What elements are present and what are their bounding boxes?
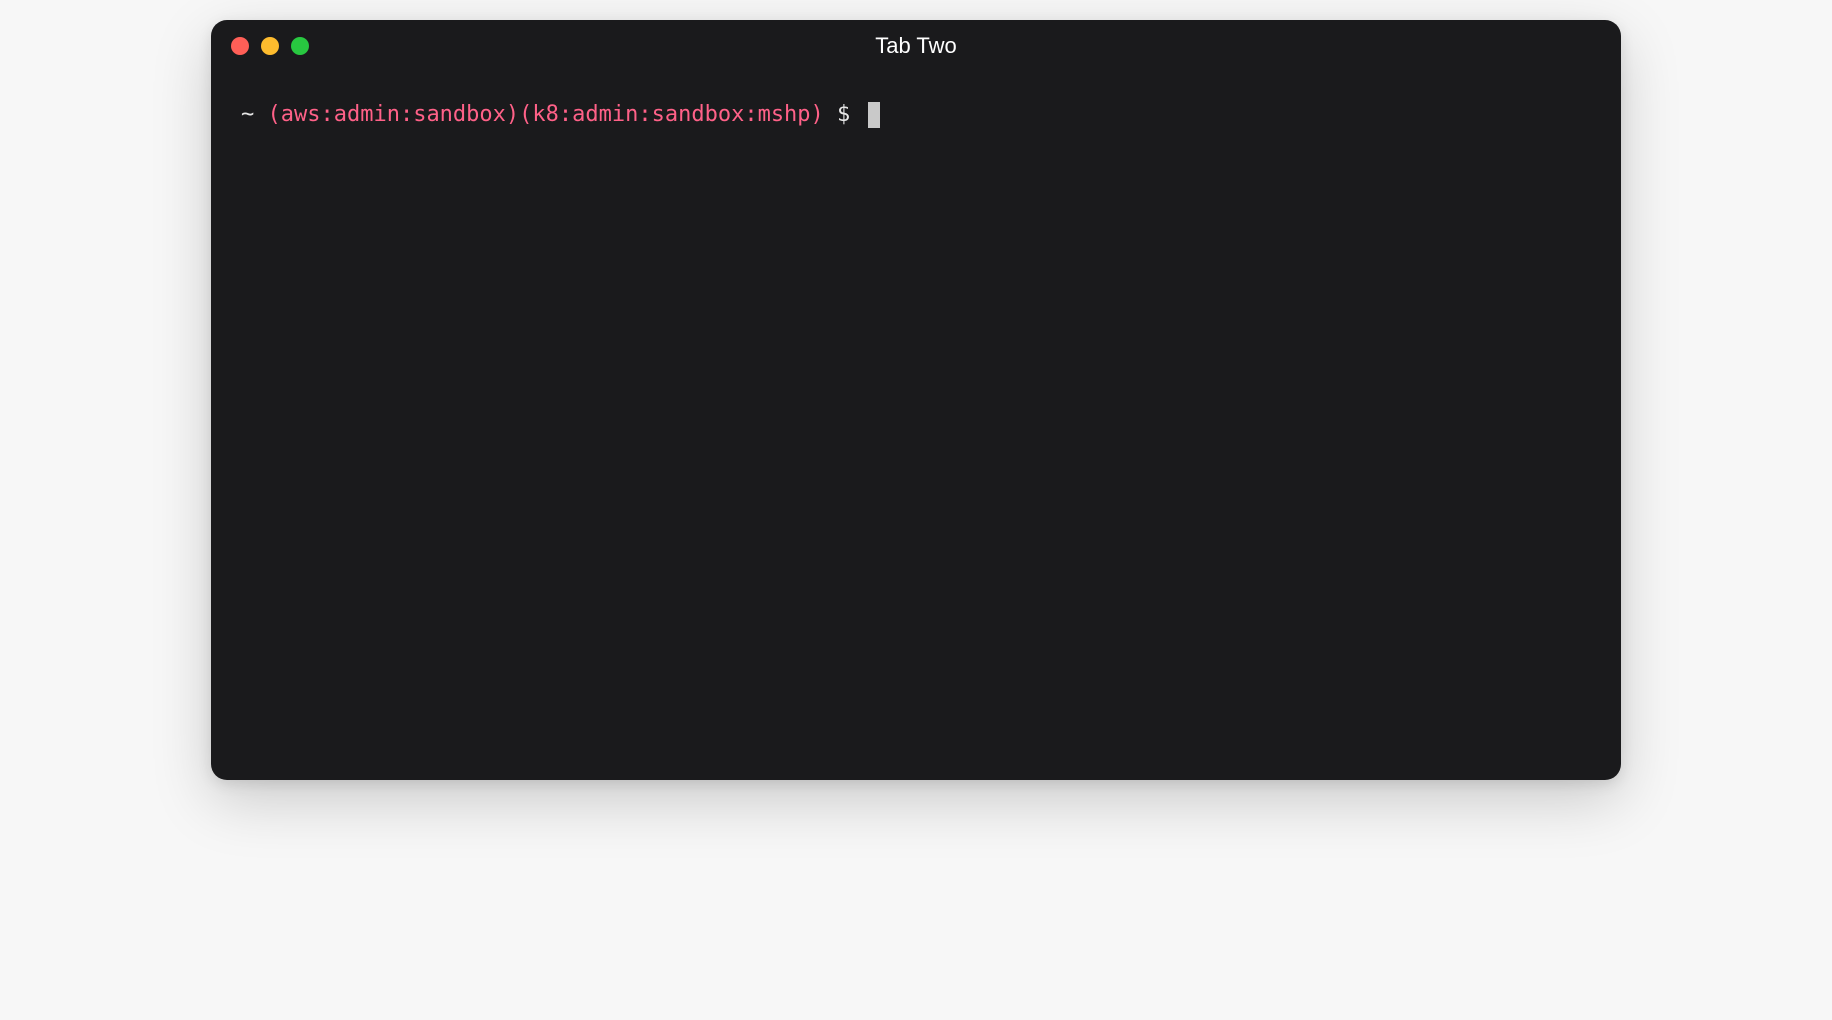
terminal-window: Tab Two ~ (aws:admin:sandbox)(k8:admin:s… — [211, 20, 1621, 780]
terminal-body[interactable]: ~ (aws:admin:sandbox)(k8:admin:sandbox:m… — [211, 72, 1621, 780]
titlebar: Tab Two — [211, 20, 1621, 72]
prompt-context: (aws:admin:sandbox)(k8:admin:sandbox:msh… — [268, 100, 824, 131]
prompt-line: ~ (aws:admin:sandbox)(k8:admin:sandbox:m… — [241, 100, 1591, 131]
window-title: Tab Two — [875, 33, 957, 59]
traffic-lights — [231, 37, 309, 55]
prompt-symbol: $ — [824, 100, 864, 131]
prompt-cwd: ~ — [241, 100, 268, 131]
minimize-icon[interactable] — [261, 37, 279, 55]
cursor-icon — [868, 102, 880, 128]
close-icon[interactable] — [231, 37, 249, 55]
maximize-icon[interactable] — [291, 37, 309, 55]
